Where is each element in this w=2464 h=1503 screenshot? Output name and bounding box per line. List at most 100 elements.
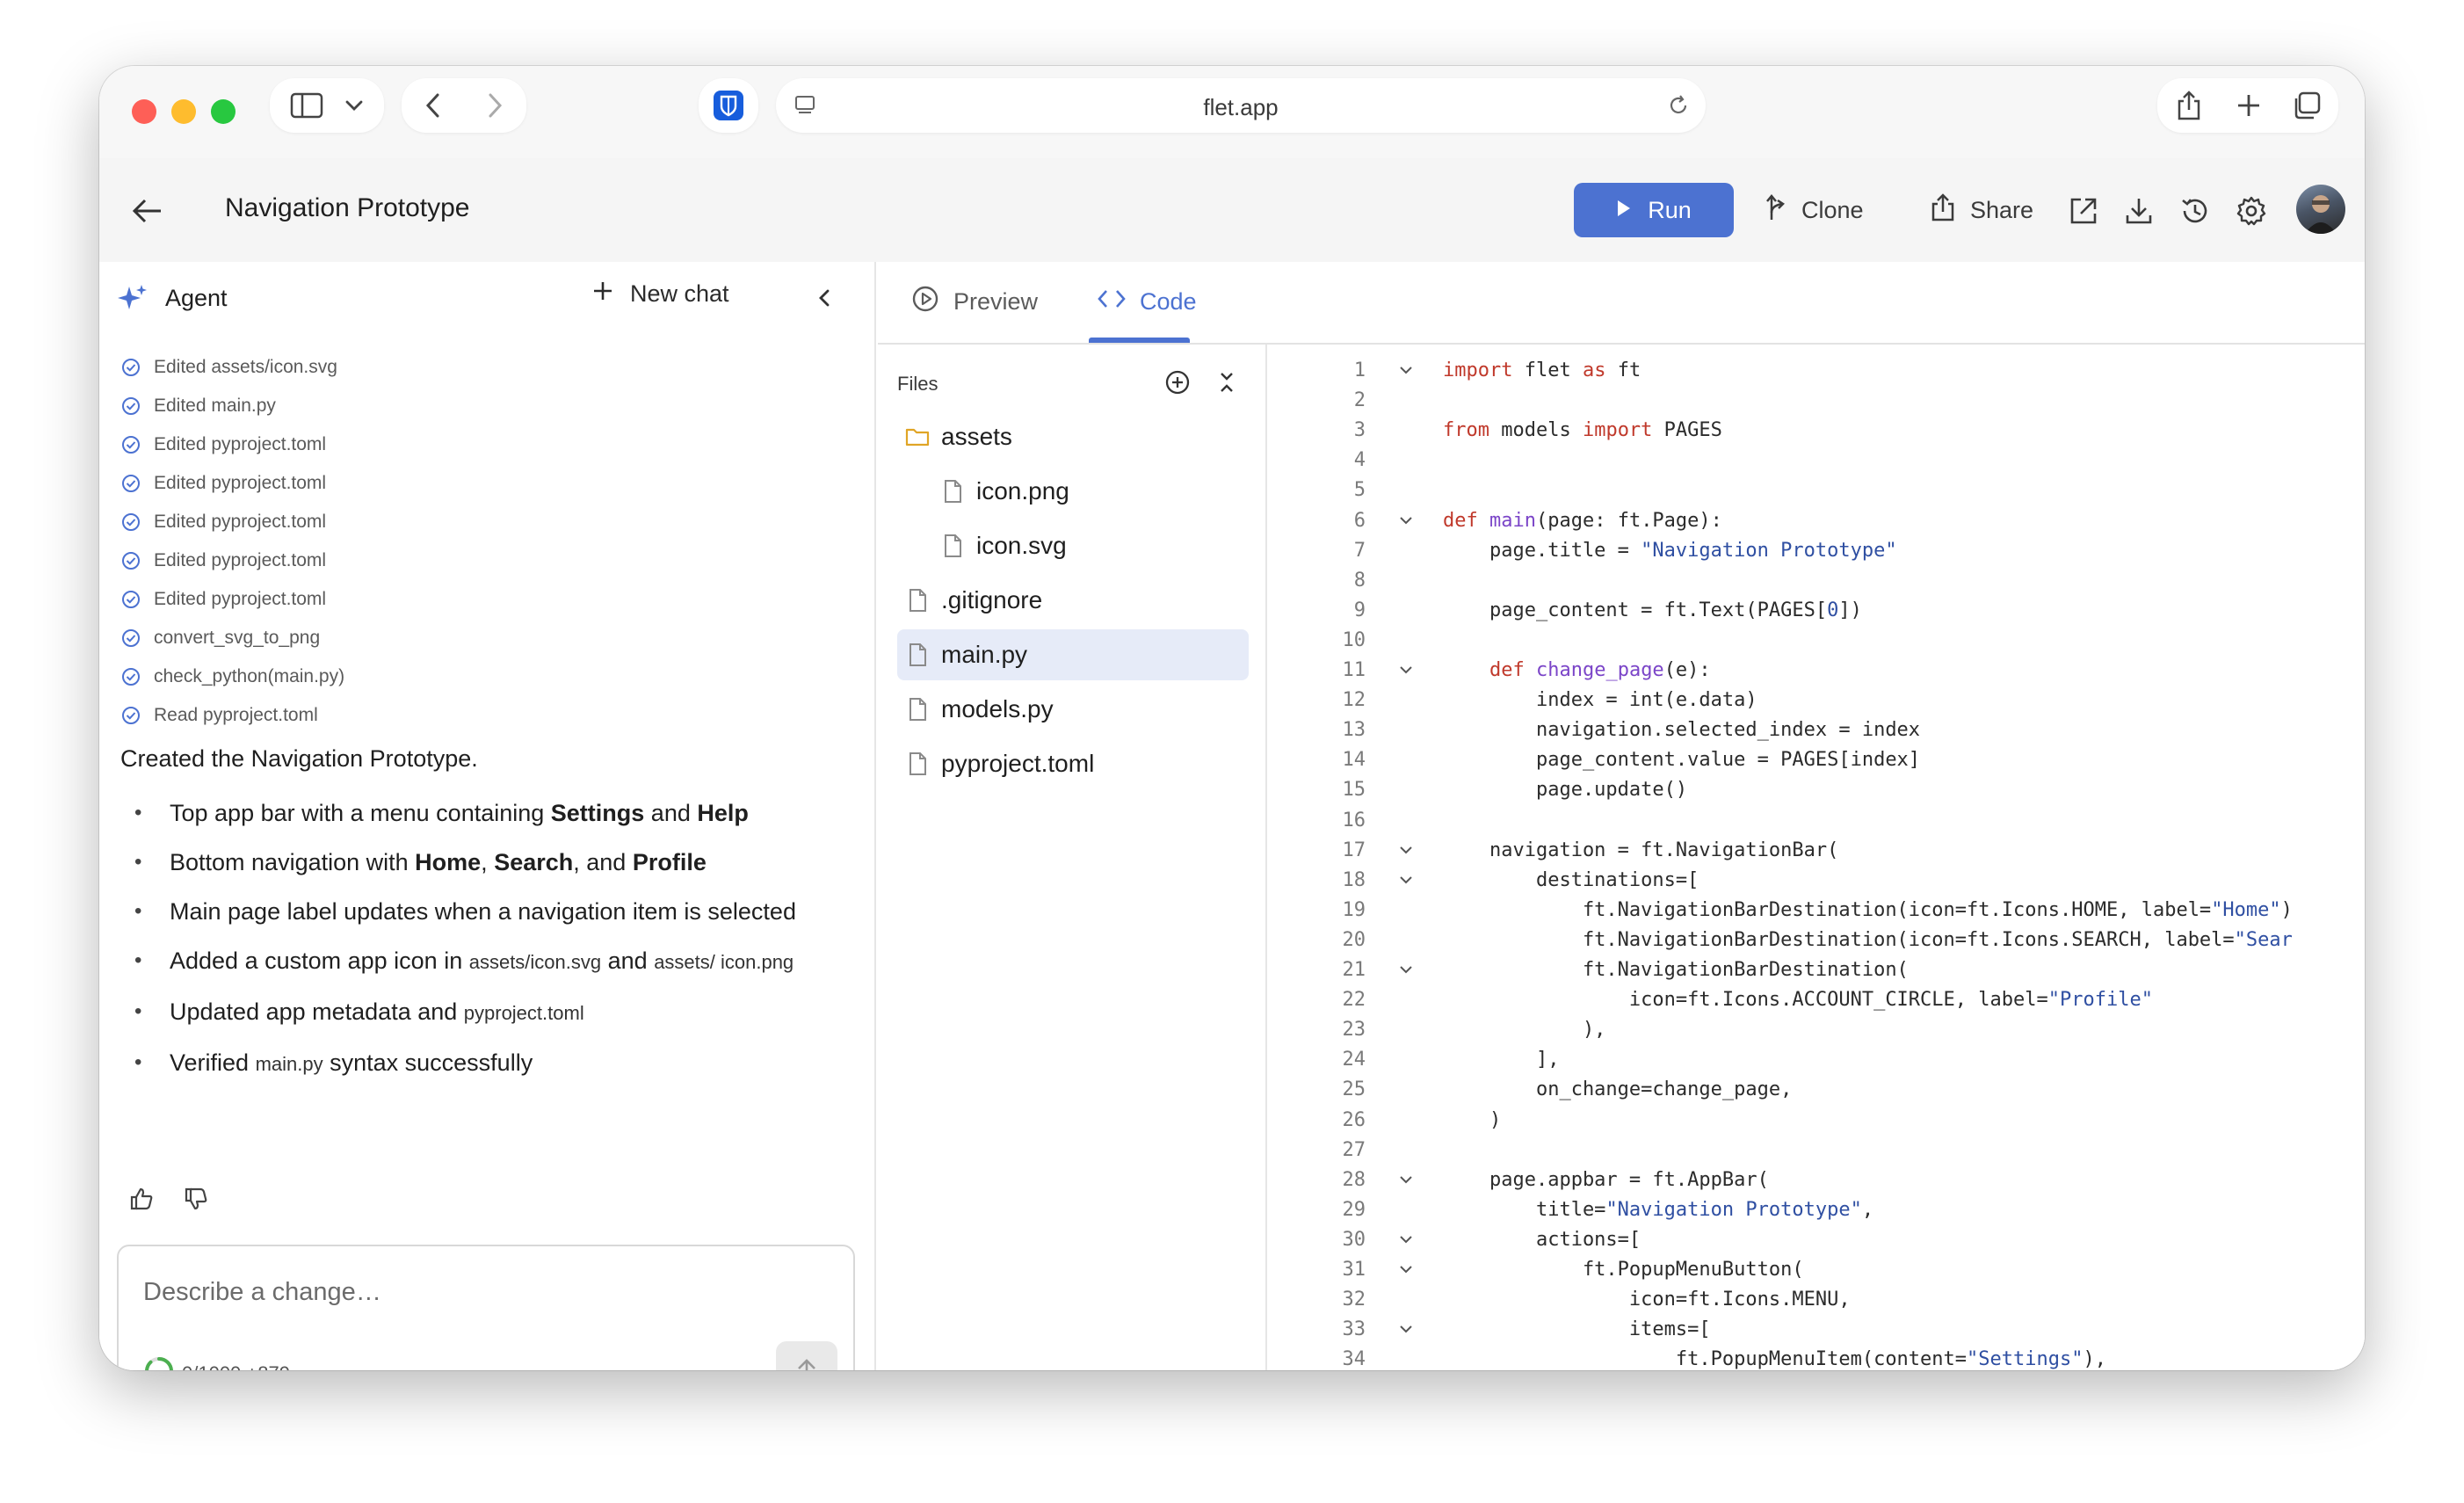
- play-icon: [1616, 197, 1632, 224]
- sidebar-icon[interactable]: [289, 91, 324, 120]
- fold-chevron-icon[interactable]: [1396, 659, 1416, 680]
- check-circle-icon: [120, 434, 141, 455]
- code-line: 1 import flet as ft: [1269, 355, 2365, 385]
- tab-code-label: Code: [1140, 287, 1197, 315]
- tab-preview[interactable]: Preview: [911, 281, 1038, 322]
- fold-chevron-icon[interactable]: [1396, 839, 1416, 860]
- sidebar-toggle-group: [270, 78, 384, 133]
- code-editor[interactable]: 1 import flet as ft 2 3 from models import P…: [1269, 345, 2365, 1370]
- new-chat-button[interactable]: New chat: [591, 280, 729, 309]
- code-text: navigation = ft.NavigationBar(: [1443, 839, 1839, 861]
- code-line: 17 navigation = ft.NavigationBar(: [1269, 835, 2365, 865]
- send-button[interactable]: [776, 1341, 837, 1370]
- thumbs-down-icon[interactable]: [182, 1185, 210, 1213]
- agent-step-label: Read pyproject.toml: [154, 705, 318, 725]
- clone-button[interactable]: Clone: [1765, 183, 1864, 237]
- collapse-all-icon[interactable]: [1212, 367, 1242, 397]
- line-number: 11: [1342, 659, 1366, 681]
- minimize-window-button[interactable]: [171, 99, 196, 124]
- tab-code[interactable]: Code: [1098, 281, 1197, 322]
- chat-input[interactable]: [143, 1278, 811, 1307]
- line-number: 13: [1342, 719, 1366, 742]
- share-button[interactable]: Share: [1930, 183, 2033, 237]
- agent-step-label: Edited main.py: [154, 396, 276, 416]
- line-number: 5: [1353, 479, 1366, 502]
- line-number: 12: [1342, 689, 1366, 712]
- line-number: 24: [1342, 1049, 1366, 1071]
- bullet-text: Updated app metadata and: [170, 998, 464, 1025]
- code-text: destinations=[: [1443, 868, 1699, 891]
- zoom-window-button[interactable]: [211, 99, 236, 124]
- agent-step-label: check_python(main.py): [154, 666, 345, 686]
- bullet-text: and: [601, 948, 655, 974]
- share-icon[interactable]: [2173, 90, 2205, 121]
- file-item[interactable]: icon.png: [897, 466, 1249, 517]
- address-bar[interactable]: flet.app: [776, 78, 1706, 133]
- tab-overview-icon[interactable]: [2291, 90, 2323, 121]
- fold-chevron-icon[interactable]: [1396, 959, 1416, 980]
- fold-chevron-icon[interactable]: [1396, 510, 1416, 531]
- back-button[interactable]: [126, 190, 168, 232]
- check-circle-icon: [120, 550, 141, 571]
- chat-composer: 0/1000 +879: [117, 1245, 855, 1370]
- fold-chevron-icon[interactable]: [1396, 869, 1416, 890]
- back-arrow-icon[interactable]: [419, 91, 447, 120]
- agent-step-label: convert_svg_to_png: [154, 628, 321, 648]
- agent-step: Edited pyproject.toml: [120, 464, 344, 503]
- line-number: 22: [1342, 989, 1366, 1012]
- line-number: 7: [1353, 539, 1366, 562]
- fold-chevron-icon[interactable]: [1396, 1169, 1416, 1190]
- agent-step: convert_svg_to_png: [120, 619, 344, 657]
- new-tab-icon[interactable]: [2233, 90, 2265, 121]
- line-number: 14: [1342, 749, 1366, 772]
- fold-chevron-icon[interactable]: [1396, 1318, 1416, 1340]
- file-name: .gitignore: [941, 586, 1043, 614]
- thumbs-up-icon[interactable]: [127, 1185, 156, 1213]
- line-number: 9: [1353, 599, 1366, 621]
- user-avatar[interactable]: [2296, 185, 2345, 234]
- code-text: on_change=change_page,: [1443, 1078, 1793, 1101]
- active-tab-indicator: [1089, 338, 1190, 343]
- code-line: 32 icon=ft.Icons.MENU,: [1269, 1284, 2365, 1314]
- code-text: page_content.value = PAGES[index]: [1443, 749, 1921, 772]
- collapse-panel-button[interactable]: [815, 287, 834, 314]
- reload-icon[interactable]: [1665, 92, 1692, 119]
- code-line: 7 page.title = "Navigation Prototype": [1269, 535, 2365, 565]
- password-extension[interactable]: [699, 78, 758, 133]
- file-item[interactable]: icon.svg: [897, 520, 1249, 571]
- fold-chevron-icon[interactable]: [1396, 1229, 1416, 1250]
- code-line: 13 navigation.selected_index = index: [1269, 715, 2365, 744]
- file-item[interactable]: models.py: [897, 684, 1249, 735]
- add-file-icon[interactable]: [1163, 367, 1192, 397]
- bullet-text: syntax successfully: [322, 1049, 533, 1076]
- code-text: def main(page: ft.Page):: [1443, 509, 1722, 532]
- file-item[interactable]: main.py: [897, 629, 1249, 680]
- file-icon: [904, 587, 931, 614]
- code-text: page.update(): [1443, 779, 1688, 802]
- code-text: from models import PAGES: [1443, 419, 1722, 442]
- run-button[interactable]: Run: [1574, 183, 1734, 237]
- check-circle-icon: [120, 628, 141, 649]
- file-item[interactable]: pyproject.toml: [897, 738, 1249, 789]
- settings-gear-icon[interactable]: [2234, 193, 2269, 229]
- folder-item[interactable]: assets: [897, 411, 1249, 462]
- file-item[interactable]: .gitignore: [897, 575, 1249, 626]
- line-number: 3: [1353, 419, 1366, 442]
- code-line: 25 on_change=change_page,: [1269, 1074, 2365, 1104]
- close-window-button[interactable]: [132, 99, 156, 124]
- history-icon[interactable]: [2178, 193, 2213, 229]
- agent-step: Edited pyproject.toml: [120, 541, 344, 580]
- forward-arrow-icon[interactable]: [481, 91, 509, 120]
- agent-step-label: Edited pyproject.toml: [154, 550, 327, 570]
- file-name: pyproject.toml: [941, 750, 1095, 777]
- fold-chevron-icon[interactable]: [1396, 359, 1416, 381]
- bullet-text: Added a custom app icon in: [170, 948, 469, 974]
- fold-chevron-icon[interactable]: [1396, 1259, 1416, 1280]
- page-title: Navigation Prototype: [225, 193, 470, 222]
- line-number: 19: [1342, 898, 1366, 921]
- download-icon[interactable]: [2121, 193, 2156, 229]
- chevron-down-icon[interactable]: [342, 96, 366, 115]
- line-number: 2: [1353, 389, 1366, 412]
- workspace-panel: Preview Code Files assets icon.png icon.sv…: [878, 262, 2365, 1370]
- open-external-icon[interactable]: [2066, 193, 2101, 229]
